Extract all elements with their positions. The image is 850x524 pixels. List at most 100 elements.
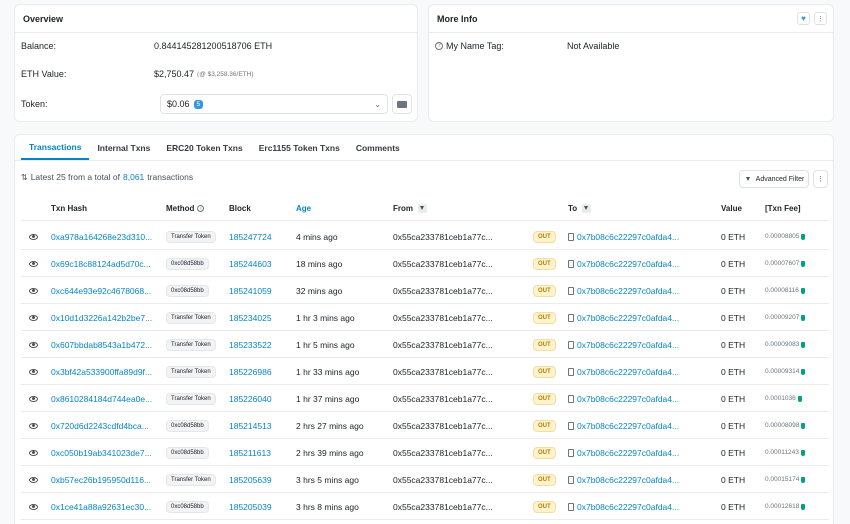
txn-hash-link[interactable]: 0x8610284184d744ea0e... bbox=[51, 385, 152, 412]
to-address-link[interactable]: 0x7b08c6c22297c0afda4... bbox=[568, 412, 679, 439]
method-badge: 0xc08d58bb bbox=[166, 284, 209, 297]
preview-button[interactable] bbox=[29, 331, 38, 358]
tab-transactions[interactable]: Transactions bbox=[21, 135, 90, 160]
preview-button[interactable] bbox=[29, 250, 38, 277]
value-cell: 0 ETH bbox=[721, 393, 746, 404]
block-link[interactable]: 185205639 bbox=[229, 466, 272, 493]
to-address-link[interactable]: 0x7b08c6c22297c0afda4... bbox=[568, 304, 679, 331]
balance-label: Balance: bbox=[21, 41, 57, 51]
filter-icon bbox=[744, 175, 753, 184]
table-options-button[interactable]: ⋮ bbox=[813, 170, 828, 188]
txn-fee-value: 0.00011243 bbox=[765, 449, 799, 456]
direction-cell: OUT bbox=[533, 277, 556, 304]
tab-internal-txns[interactable]: Internal Txns bbox=[89, 135, 158, 160]
preview-button[interactable] bbox=[29, 304, 38, 331]
advanced-filter-button[interactable]: Advanced Filter bbox=[739, 170, 809, 188]
block-link[interactable]: 185226040 bbox=[229, 385, 272, 412]
name-tag-label: My Name Tag: bbox=[446, 41, 504, 51]
col-age-toggle[interactable]: Age bbox=[296, 204, 311, 213]
txn-hash-link[interactable]: 0x69c18c88124ad5d70c... bbox=[51, 250, 151, 277]
txn-hash-link[interactable]: 0x720d6d2243cdfd4bca... bbox=[51, 412, 149, 439]
to-address: 0x7b08c6c22297c0afda4... bbox=[577, 285, 680, 296]
txn-hash-link[interactable]: 0x607bbdab8543a1b472... bbox=[51, 331, 152, 358]
block-link[interactable]: 185233522 bbox=[229, 331, 272, 358]
summary-count-link[interactable]: 8,061 bbox=[123, 172, 144, 182]
to-address-link[interactable]: 0x7b08c6c22297c0afda4... bbox=[568, 250, 679, 277]
method-cell: Transfer Token bbox=[166, 466, 216, 493]
table-row: 0xa978a164268e23d310... Transfer Token 185… bbox=[21, 223, 829, 250]
table-row: 0x607bbdab8543a1b472... Transfer Token 185… bbox=[21, 331, 829, 358]
value-cell: 0 ETH bbox=[721, 366, 746, 377]
txn-hash-link[interactable]: 0x3bf42a533900ffa89d9f... bbox=[51, 358, 152, 385]
kebab-icon: ⋮ bbox=[817, 15, 824, 23]
block-link[interactable]: 185234025 bbox=[229, 304, 272, 331]
value-cell: 0 ETH bbox=[721, 420, 746, 431]
gas-icon bbox=[801, 476, 806, 483]
col-method-label: Method bbox=[166, 204, 195, 213]
preview-button[interactable] bbox=[29, 439, 38, 466]
to-address-link[interactable]: 0x7b08c6c22297c0afda4... bbox=[568, 223, 679, 250]
txn-fee-cell: 0.0001036 bbox=[765, 385, 802, 412]
more-info-card: More Info ♥ ⋮ ? My Name Tag: Not Availab… bbox=[428, 4, 834, 122]
to-address: 0x7b08c6c22297c0afda4... bbox=[577, 231, 680, 242]
to-filter-icon[interactable] bbox=[582, 204, 592, 213]
tab-erc1155-token-txns[interactable]: Erc1155 Token Txns bbox=[251, 135, 348, 160]
block-link[interactable]: 185247724 bbox=[229, 223, 272, 250]
txn-hash-link[interactable]: 0xa978a164268e23d310... bbox=[51, 223, 152, 250]
tab-comments[interactable]: Comments bbox=[348, 135, 408, 160]
col-txn-hash: Txn Hash bbox=[51, 204, 88, 213]
to-address-link[interactable]: 0x7b08c6c22297c0afda4... bbox=[568, 493, 679, 520]
to-address: 0x7b08c6c22297c0afda4... bbox=[577, 501, 680, 512]
preview-button[interactable] bbox=[29, 493, 38, 520]
preview-button[interactable] bbox=[29, 412, 38, 439]
direction-cell: OUT bbox=[533, 385, 556, 412]
txn-hash-link[interactable]: 0xc050b19ab341023de7... bbox=[51, 439, 152, 466]
advanced-filter-label: Advanced Filter bbox=[755, 175, 805, 183]
gas-icon bbox=[801, 233, 806, 240]
favorite-button[interactable]: ♥ bbox=[797, 12, 810, 25]
to-address-link[interactable]: 0x7b08c6c22297c0afda4... bbox=[568, 466, 679, 493]
value-cell: 0 ETH bbox=[721, 258, 746, 269]
direction-badge: OUT bbox=[533, 311, 556, 324]
txn-hash-link[interactable]: 0xb57ec26b195950d116... bbox=[51, 466, 151, 493]
txn-hash-link[interactable]: 0xc644e93e92c4678068... bbox=[51, 277, 151, 304]
txn-fee-value: 0.00008116 bbox=[765, 287, 799, 294]
to-address-link[interactable]: 0x7b08c6c22297c0afda4... bbox=[568, 277, 679, 304]
to-address: 0x7b08c6c22297c0afda4... bbox=[577, 339, 680, 350]
age-cell: 1 hr 37 mins ago bbox=[296, 393, 360, 404]
block-link[interactable]: 185244603 bbox=[229, 250, 272, 277]
block-link[interactable]: 185241059 bbox=[229, 277, 272, 304]
txn-hash-link[interactable]: 0x10d1d3226a142b2be7... bbox=[51, 304, 152, 331]
to-address-link[interactable]: 0x7b08c6c22297c0afda4... bbox=[568, 331, 679, 358]
summary-suffix: transactions bbox=[147, 172, 194, 182]
eye-icon bbox=[29, 260, 38, 267]
to-address-link[interactable]: 0x7b08c6c22297c0afda4... bbox=[568, 358, 679, 385]
preview-button[interactable] bbox=[29, 358, 38, 385]
block-link[interactable]: 185205039 bbox=[229, 493, 272, 520]
contract-icon bbox=[568, 286, 574, 295]
preview-button[interactable] bbox=[29, 466, 38, 493]
wallet-button[interactable] bbox=[392, 94, 412, 114]
direction-badge: OUT bbox=[533, 284, 556, 297]
preview-button[interactable] bbox=[29, 385, 38, 412]
block-link[interactable]: 185211613 bbox=[229, 439, 271, 466]
preview-button[interactable] bbox=[29, 277, 38, 304]
preview-button[interactable] bbox=[29, 223, 38, 250]
wallet-icon bbox=[397, 100, 407, 108]
contract-icon bbox=[568, 394, 574, 403]
table-row: 0xb57ec26b195950d116... Transfer Token 185… bbox=[21, 466, 829, 493]
more-options-button[interactable]: ⋮ bbox=[814, 12, 827, 25]
to-address-link[interactable]: 0x7b08c6c22297c0afda4... bbox=[568, 439, 679, 466]
table-row: 0x3bf42a533900ffa89d9f... Transfer Token 1… bbox=[21, 358, 829, 385]
token-holdings-dropdown[interactable]: $0.06 5 ⌄ bbox=[160, 94, 388, 114]
gas-icon bbox=[800, 287, 805, 294]
tab-erc20-token-txns[interactable]: ERC20 Token Txns bbox=[158, 135, 250, 160]
txn-hash-link[interactable]: 0x1ce41a88a92631ec30... bbox=[51, 493, 151, 520]
method-badge: Transfer Token bbox=[166, 473, 216, 486]
method-badge: Transfer Token bbox=[166, 338, 216, 351]
block-link[interactable]: 185226986 bbox=[229, 358, 272, 385]
block-link[interactable]: 185214513 bbox=[229, 412, 272, 439]
from-address: 0x55ca233781ceb1a77c... bbox=[393, 474, 493, 485]
from-filter-icon[interactable] bbox=[418, 204, 427, 213]
to-address-link[interactable]: 0x7b08c6c22297c0afda4... bbox=[568, 385, 679, 412]
